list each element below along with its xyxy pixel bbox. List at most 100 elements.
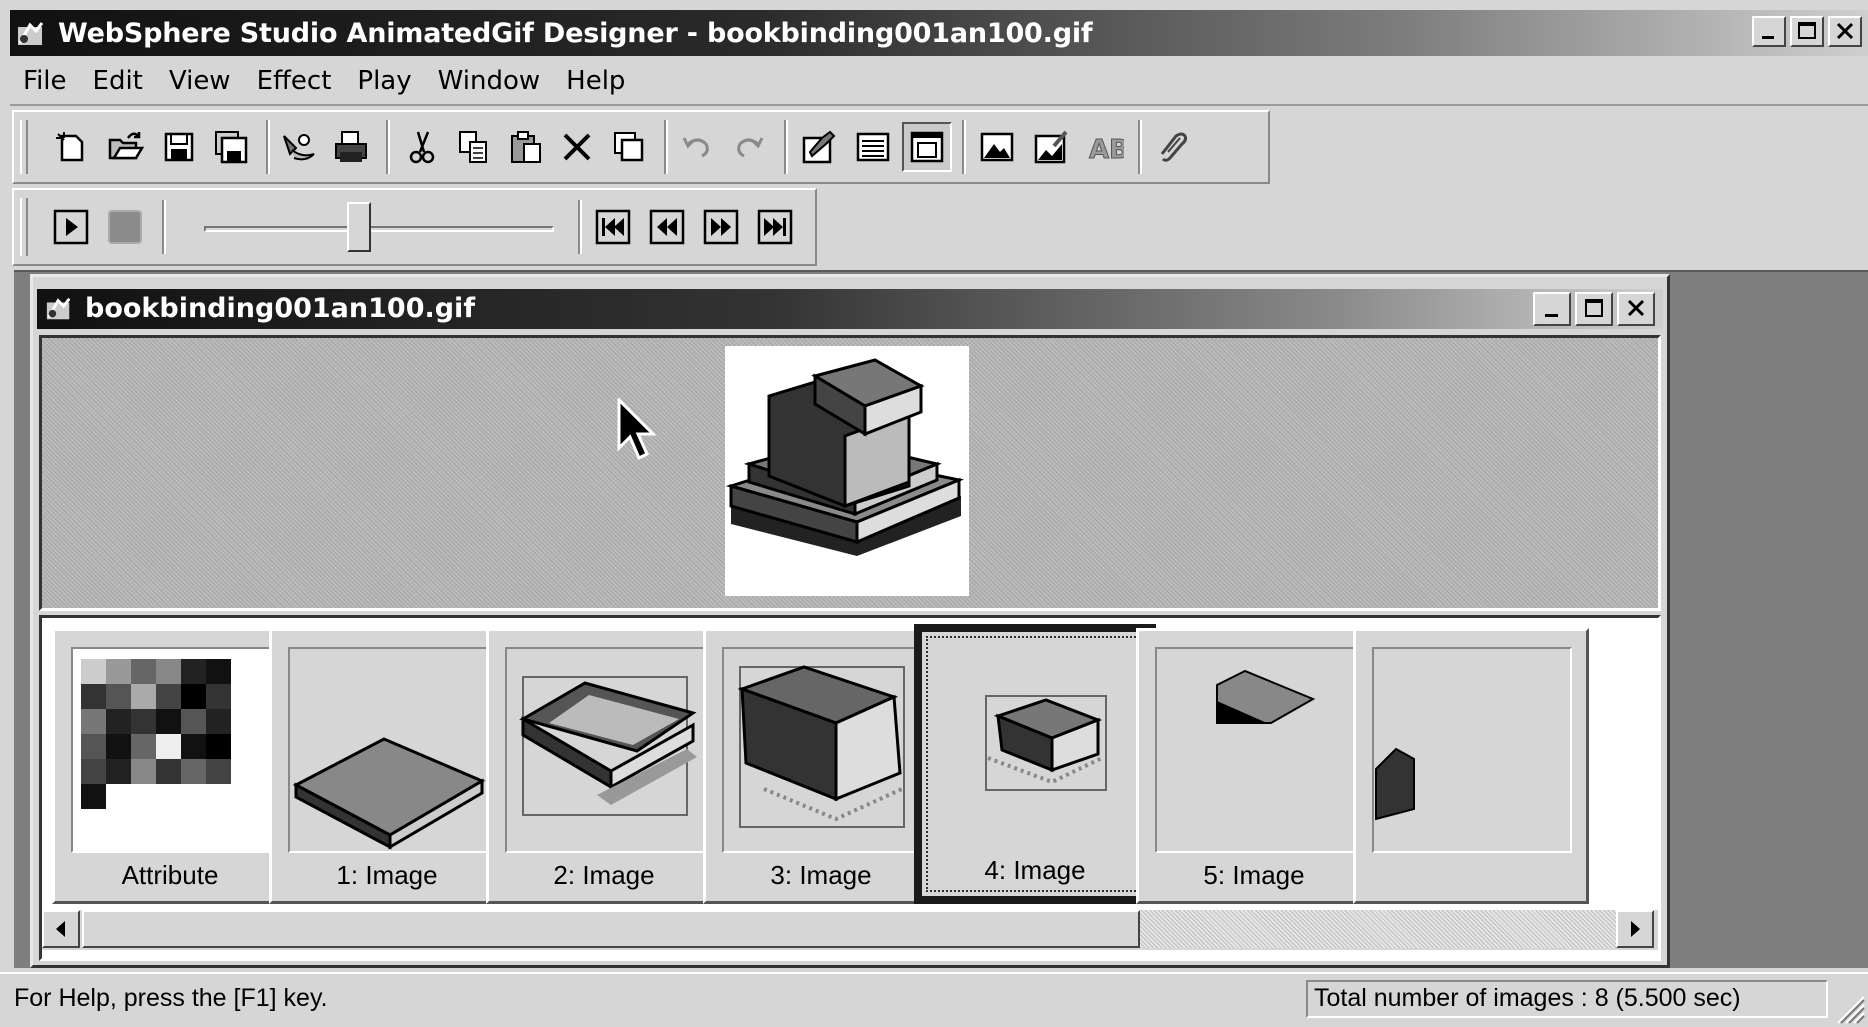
last-frame-button[interactable] [752, 204, 798, 250]
frame-label: 3: Image [770, 860, 872, 890]
play-button[interactable] [48, 204, 94, 250]
frame-label: 1: Image [336, 860, 438, 890]
save-icon [164, 132, 194, 162]
save-button[interactable] [156, 124, 202, 170]
delete-button[interactable] [554, 124, 600, 170]
undo-icon [682, 137, 709, 158]
document-title: bookbinding001an100.gif [85, 293, 476, 324]
stop-button[interactable] [102, 204, 148, 250]
link-button[interactable] [1150, 124, 1196, 170]
scrollbar-track[interactable] [1140, 910, 1616, 948]
menu-divider [10, 104, 1868, 106]
frame-thumbnail [288, 647, 488, 853]
minimize-button[interactable] [1752, 16, 1786, 47]
menu-window[interactable]: Window [425, 66, 554, 96]
next-frame-button[interactable] [698, 204, 744, 250]
frame-thumbnail [71, 647, 271, 853]
animation-preview-pane[interactable] [39, 335, 1661, 611]
scrollbar-thumb[interactable] [82, 910, 1140, 948]
speed-slider-thumb[interactable] [347, 202, 372, 252]
frame-label: 4: Image [984, 855, 1086, 885]
frame-6-partial[interactable] [1353, 628, 1589, 904]
edit-image-button[interactable] [1028, 124, 1074, 170]
copy-button[interactable] [450, 124, 496, 170]
document-close-button[interactable] [1617, 292, 1655, 326]
minimize-icon [1762, 36, 1774, 39]
status-bar: For Help, press the [F1] key. Total numb… [0, 972, 1868, 1027]
status-help-text: For Help, press the [F1] key. [14, 984, 328, 1012]
frame-label: 2: Image [553, 860, 655, 890]
duplicate-button[interactable] [606, 124, 652, 170]
duplicate-icon [614, 132, 644, 162]
menu-effect[interactable]: Effect [244, 66, 345, 96]
text-effect-icon: AB [1089, 135, 1125, 166]
menu-help[interactable]: Help [553, 66, 638, 96]
save-all-icon [215, 131, 248, 164]
scroll-right-button[interactable] [1616, 910, 1654, 948]
preview-view-button[interactable] [902, 122, 952, 172]
minimize-icon [1545, 314, 1558, 317]
list-view-button[interactable] [850, 124, 896, 170]
toolbar-separator [962, 120, 966, 174]
toolbar-grip[interactable] [20, 120, 28, 174]
frame-thumbnail [722, 647, 922, 853]
delete-icon [563, 133, 591, 161]
frame-2-image [519, 676, 697, 816]
cut-button[interactable] [398, 124, 444, 170]
close-icon [1627, 299, 1645, 317]
frame-label: 5: Image [1203, 860, 1305, 890]
menu-play[interactable]: Play [344, 66, 424, 96]
frame-1[interactable]: 1: Image [269, 628, 505, 904]
frame-2[interactable]: 2: Image [486, 628, 722, 904]
document-maximize-button[interactable] [1575, 292, 1613, 326]
menu-bar: File Edit View Effect Play Window Help [10, 58, 638, 104]
close-button[interactable] [1828, 16, 1862, 47]
frame-strip: Attribute 1: Image 2: Image 3: Image 4: … [39, 615, 1661, 961]
text-effect-button[interactable]: AB [1082, 124, 1128, 170]
preview-image [725, 346, 969, 596]
document-title-bar[interactable]: bookbinding001an100.gif [37, 289, 1663, 329]
undo-button[interactable] [674, 124, 720, 170]
play-icon [53, 209, 89, 245]
insert-image-button[interactable] [974, 124, 1020, 170]
scroll-left-button[interactable] [42, 910, 80, 948]
preview-view-icon [910, 131, 944, 163]
insert-image-icon [980, 132, 1014, 162]
frame-thumbnail [936, 646, 1136, 852]
toolbar-grip[interactable] [20, 198, 28, 256]
cut-icon [409, 131, 435, 164]
menu-file[interactable]: File [10, 66, 80, 96]
frame-5[interactable]: 5: Image [1136, 628, 1372, 904]
frame-strip-scrollbar[interactable] [42, 910, 1658, 950]
toolbar-separator [578, 200, 582, 254]
menu-view[interactable]: View [156, 66, 244, 96]
previous-frame-button[interactable] [644, 204, 690, 250]
arrow-right-icon [1631, 921, 1640, 937]
window-controls [1752, 16, 1862, 47]
menu-edit[interactable]: Edit [80, 66, 156, 96]
document-minimize-button[interactable] [1533, 292, 1571, 326]
wizard-button[interactable] [276, 124, 322, 170]
maximize-button[interactable] [1790, 16, 1824, 47]
frame-3[interactable]: 3: Image [703, 628, 939, 904]
main-toolbar: AB [12, 110, 1270, 184]
new-button[interactable] [48, 124, 94, 170]
toolbar-separator [664, 120, 668, 174]
copy-icon [459, 131, 487, 163]
mdi-workspace: bookbinding001an100.gif Attribute 1: Ima… [14, 270, 1868, 968]
frame-attribute[interactable]: Attribute [52, 628, 288, 904]
speed-slider-track[interactable] [204, 226, 554, 232]
properties-button[interactable] [796, 124, 842, 170]
redo-button[interactable] [726, 124, 772, 170]
paste-button[interactable] [502, 124, 548, 170]
svg-text:AB: AB [1089, 135, 1124, 165]
open-button[interactable] [102, 124, 148, 170]
frame-4[interactable]: 4: Image [914, 624, 1156, 904]
next-frame-icon [703, 209, 739, 245]
print-button[interactable] [328, 124, 374, 170]
title-bar[interactable]: WebSphere Studio AnimatedGif Designer - … [10, 10, 1868, 56]
first-frame-button[interactable] [590, 204, 636, 250]
save-all-button[interactable] [208, 124, 254, 170]
app-icon [18, 22, 44, 45]
resize-grip-icon[interactable] [1832, 991, 1866, 1025]
